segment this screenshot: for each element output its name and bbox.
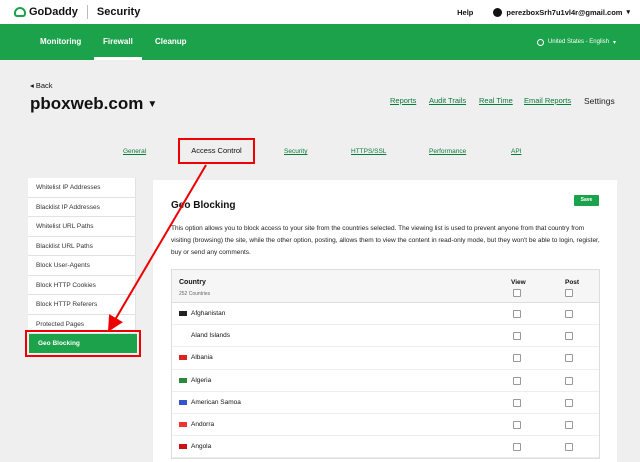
annotation-arrow [107, 164, 207, 332]
